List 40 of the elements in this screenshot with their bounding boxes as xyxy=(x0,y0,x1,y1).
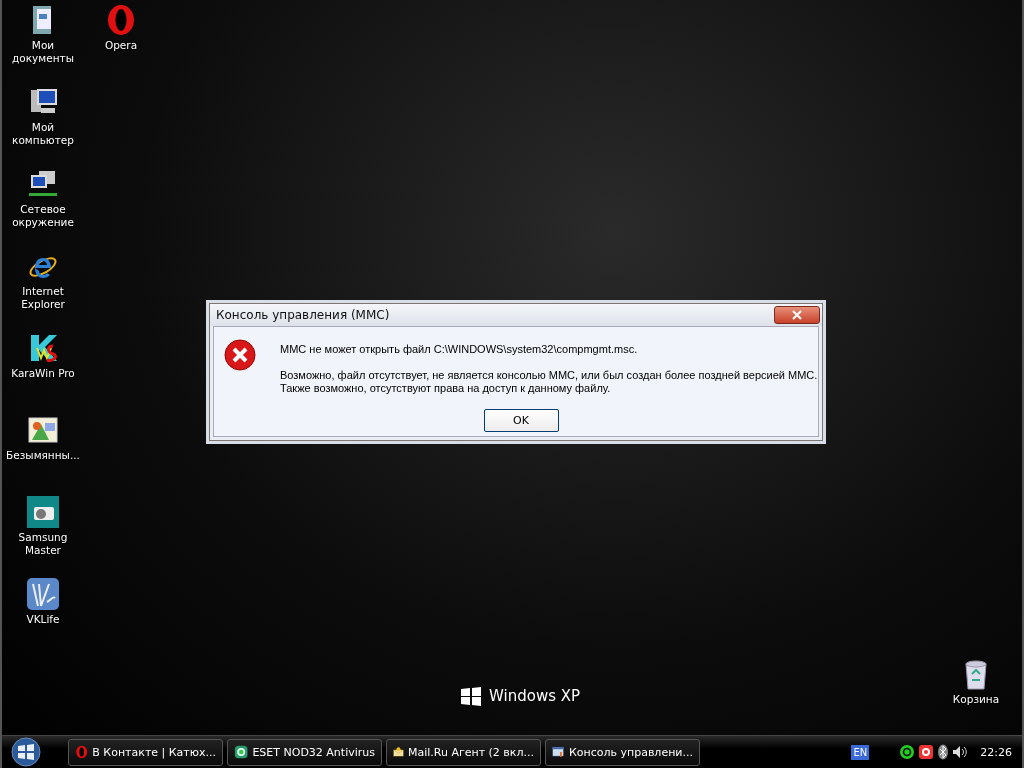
desktop-icon-label[interactable]: Сетевое окружение xyxy=(5,203,81,229)
taskbar-button[interactable]: В Контакте | Катюх... xyxy=(68,738,223,766)
desktop-icon-label[interactable]: KaraWin Pro xyxy=(5,367,81,380)
desktop-icon-label[interactable]: Корзина xyxy=(938,693,1014,706)
desktop-icon-label[interactable]: Internet Explorer xyxy=(5,285,81,311)
taskbar-button[interactable]: Консоль управлени... xyxy=(545,738,700,766)
opera-logo-icon xyxy=(75,744,89,760)
error-icon xyxy=(224,339,256,371)
clock[interactable]: 22:26 xyxy=(980,745,1012,759)
taskbar-button[interactable]: ESET NOD32 Antivirus xyxy=(227,738,382,766)
windows-orb-icon xyxy=(9,737,43,767)
ok-button[interactable]: OK xyxy=(483,409,559,432)
envelope-icon xyxy=(393,744,404,760)
wallpaper-logo-text: Windows XP xyxy=(489,687,581,705)
console-window-icon xyxy=(552,744,565,760)
dialog-title: Консоль управления (MMC) xyxy=(216,308,390,322)
desktop-icon-label[interactable]: Мой компьютер xyxy=(5,121,81,147)
target-tray-icon[interactable] xyxy=(918,744,935,760)
windows-flag-icon xyxy=(460,686,482,706)
camera-icon xyxy=(27,496,59,528)
desktop-icon-label[interactable]: Мои документы xyxy=(5,39,81,65)
vklife-logo-icon xyxy=(27,578,59,610)
error-detail-text: Также возможно, отсутствуют права на доступ к данному файлу. xyxy=(280,382,612,395)
ring-tray-icon[interactable] xyxy=(899,744,916,760)
taskbar-button[interactable]: Mail.Ru Агент (2 вкл... xyxy=(386,738,541,766)
close-button[interactable] xyxy=(774,306,820,324)
eset-eye-icon xyxy=(234,744,249,760)
recycle-bin-icon xyxy=(963,658,989,690)
desktop-icon-label[interactable]: Opera xyxy=(83,39,159,52)
desktop-icon-label[interactable]: VKLife xyxy=(5,613,81,626)
language-indicator[interactable]: EN xyxy=(851,744,870,760)
speaker-icon[interactable] xyxy=(952,744,969,760)
bluetooth-icon[interactable] xyxy=(937,744,950,760)
error-message: MMC не может открыть файл C:\WINDOWS\system32\compmgmt.msc. xyxy=(280,343,639,356)
opera-logo-icon xyxy=(105,4,137,36)
image-file-icon xyxy=(27,414,59,446)
desktop-icon-label[interactable]: Samsung Master xyxy=(5,531,81,557)
close-icon xyxy=(791,310,803,320)
error-detail-text: Возможно, файл отсутствует, не является консолью MMC, или был создан более поздней версией MMC. xyxy=(280,369,818,382)
desktop-icon-label[interactable]: Безымянны... xyxy=(5,449,81,462)
